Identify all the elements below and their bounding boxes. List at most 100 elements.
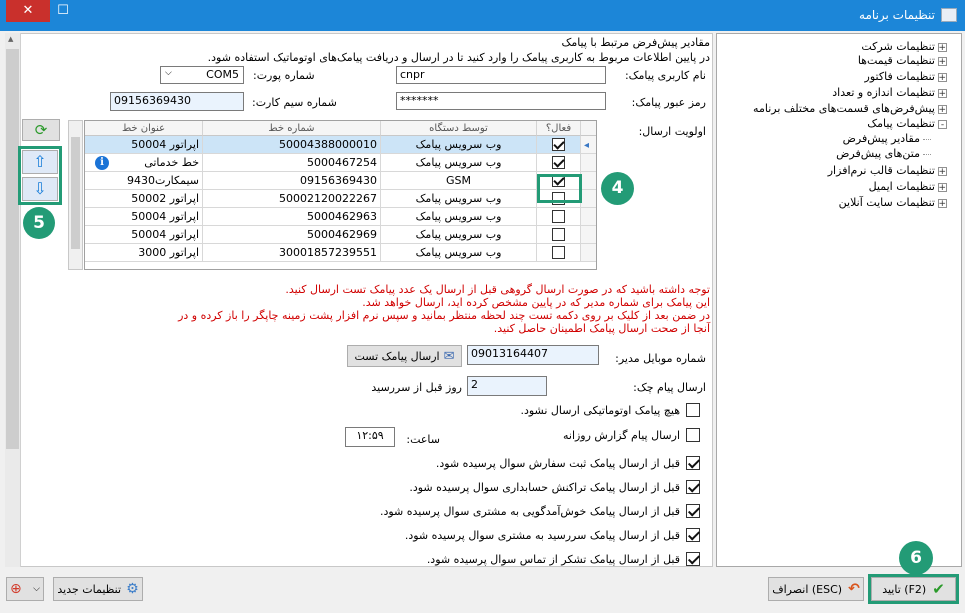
- option-checkbox[interactable]: [686, 403, 700, 417]
- grid-cell-ind[interactable]: [581, 244, 596, 262]
- tree-item[interactable]: + تنظیمات ایمیل: [869, 179, 947, 195]
- grid-cell-device[interactable]: GSM: [381, 172, 537, 190]
- grid-header-ind[interactable]: [581, 121, 596, 136]
- cancel-button[interactable]: ↶ انصراف (ESC): [768, 577, 864, 601]
- grid-cell-ind[interactable]: [581, 154, 596, 172]
- active-checkbox[interactable]: [552, 246, 565, 259]
- tree-item[interactable]: + پیش‌فرض‌های قسمت‌های مختلف برنامه: [753, 101, 947, 117]
- info-icon[interactable]: i: [95, 156, 109, 170]
- grid-cell-number[interactable]: 5000462969: [203, 226, 381, 244]
- tree-item[interactable]: + تنظیمات سایت آنلاین: [839, 195, 947, 211]
- option-row[interactable]: قبل از ارسال پیامک تشکر از تماس سوال پرس…: [427, 552, 700, 566]
- expand-icon[interactable]: +: [938, 182, 947, 192]
- manager-mobile-field[interactable]: 09013164407: [467, 345, 599, 365]
- username-field[interactable]: cnpr: [396, 66, 606, 84]
- grid-header-device[interactable]: توسط دستگاه: [381, 121, 537, 136]
- option-checkbox[interactable]: [686, 528, 700, 542]
- option-row[interactable]: قبل از ارسال پیامک سررسید به مشتری سوال …: [405, 528, 700, 542]
- grid-cell-title[interactable]: اپراتور 50004: [85, 136, 203, 154]
- ok-button[interactable]: ✔ تایید (F2): [871, 577, 956, 601]
- active-checkbox[interactable]: [552, 156, 565, 169]
- grid-cell-device[interactable]: وب سرویس پیامک: [381, 190, 537, 208]
- option-row[interactable]: ارسال پیام گزارش روزانه: [563, 428, 700, 442]
- tree-item[interactable]: متن‌های پیش‌فرض: [836, 146, 931, 162]
- line-title: اپراتور 50004: [131, 228, 199, 241]
- panel-scrollbar[interactable]: ▲: [5, 33, 21, 567]
- collapse-icon[interactable]: -: [938, 119, 947, 129]
- grid-cell-number[interactable]: 09156369430: [203, 172, 381, 190]
- expand-icon[interactable]: +: [938, 42, 947, 52]
- close-button[interactable]: ✕: [6, 0, 50, 22]
- grid-header-title[interactable]: عنوان خط: [85, 121, 203, 136]
- settings-tree[interactable]: + تنظیمات شرکت + تنظیمات قیمت‌ها + تنظیمات فا…: [716, 33, 962, 567]
- tree-item[interactable]: + تنظیمات قالب نرم‌افزار: [828, 163, 947, 179]
- grid-header-active[interactable]: فعال؟: [537, 121, 581, 136]
- send-test-sms-button[interactable]: ✉ ارسال پیامک تست: [347, 345, 462, 367]
- sim-field[interactable]: 09156369430: [110, 92, 244, 111]
- grid-header-number[interactable]: شماره خط: [203, 121, 381, 136]
- expand-icon[interactable]: +: [938, 56, 947, 66]
- tree-item[interactable]: + تنظیمات اندازه و تعداد: [832, 85, 947, 101]
- arrow-down-icon[interactable]: ⇩: [22, 177, 58, 201]
- active-checkbox[interactable]: [552, 228, 565, 241]
- new-settings-button[interactable]: ⚙ تنظیمات جدید: [53, 577, 143, 601]
- grid-cell-active[interactable]: [537, 244, 581, 262]
- grid-cell-active[interactable]: [537, 136, 581, 154]
- expand-icon[interactable]: +: [938, 72, 947, 82]
- grid-cell-ind[interactable]: [581, 172, 596, 190]
- grid-cell-active[interactable]: [537, 208, 581, 226]
- expand-icon[interactable]: +: [938, 104, 947, 114]
- grid-cell-number[interactable]: 5000467254: [203, 154, 381, 172]
- help-dropdown-button[interactable]: ⊕ ⌵: [6, 577, 44, 601]
- grid-cell-device[interactable]: وب سرویس پیامک: [381, 226, 537, 244]
- grid-cell-title[interactable]: اپراتور 3000: [85, 244, 203, 262]
- grid-cell-active[interactable]: [537, 226, 581, 244]
- option-checkbox[interactable]: [686, 428, 700, 442]
- grid-scrollbar[interactable]: [68, 120, 83, 270]
- tree-item[interactable]: - تنظیمات پیامک: [867, 116, 947, 132]
- grid-cell-ind[interactable]: [581, 190, 596, 208]
- grid-cell-title[interactable]: اپراتور 50002: [85, 190, 203, 208]
- arrow-up-icon[interactable]: ⇧: [22, 150, 58, 174]
- time-field[interactable]: ۱۲:۵۹: [345, 427, 395, 447]
- port-select[interactable]: COM5 ⌵: [160, 66, 244, 84]
- grid-cell-ind[interactable]: [581, 226, 596, 244]
- grid-cell-device[interactable]: وب سرویس پیامک: [381, 136, 537, 154]
- grid-cell-device[interactable]: وب سرویس پیامک: [381, 208, 537, 226]
- option-row[interactable]: قبل از ارسال پیامک تراکنش حسابداری سوال …: [409, 480, 700, 494]
- active-checkbox[interactable]: [552, 210, 565, 223]
- expand-icon[interactable]: +: [938, 166, 947, 176]
- option-row[interactable]: قبل از ارسال پیامک ثبت سفارش سوال پرسیده…: [436, 456, 700, 470]
- sms-lines-grid[interactable]: عنوان خط شماره خط توسط دستگاه فعال؟ اپراتور …: [84, 120, 597, 270]
- tree-item[interactable]: + تنظیمات قیمت‌ها: [858, 53, 947, 69]
- grid-cell-number[interactable]: 5000462963: [203, 208, 381, 226]
- grid-cell-title[interactable]: اپراتور 50004: [85, 226, 203, 244]
- grid-cell-ind[interactable]: [581, 208, 596, 226]
- grid-cell-title[interactable]: سیمکارت9430: [85, 172, 203, 190]
- grid-cell-number[interactable]: 50004388000010: [203, 136, 381, 154]
- active-checkbox[interactable]: [552, 138, 565, 151]
- check-days-field[interactable]: 2: [467, 376, 547, 396]
- option-checkbox[interactable]: [686, 480, 700, 494]
- option-label: ارسال پیام گزارش روزانه: [562, 428, 680, 442]
- option-checkbox[interactable]: [686, 456, 700, 470]
- grid-cell-title[interactable]: اپراتور 50004: [85, 208, 203, 226]
- grid-cell-title[interactable]: خط خدماتی i: [85, 154, 203, 172]
- option-row[interactable]: قبل از ارسال پیامک خوش‌آمدگویی به مشتری …: [380, 504, 700, 518]
- grid-cell-number[interactable]: 50002120022267: [203, 190, 381, 208]
- password-field[interactable]: *******: [396, 92, 606, 110]
- refresh-icon[interactable]: ⟳: [22, 119, 60, 141]
- tree-item[interactable]: مقادیر پیش‌فرض: [843, 131, 931, 147]
- option-row[interactable]: هیچ پیامک اوتوماتیکی ارسال نشود.: [520, 403, 700, 417]
- tree-item[interactable]: + تنظیمات فاکتور: [865, 69, 947, 85]
- grid-cell-device[interactable]: وب سرویس پیامک: [381, 244, 537, 262]
- grid-cell-number[interactable]: 30001857239551: [203, 244, 381, 262]
- expand-icon[interactable]: +: [938, 198, 947, 208]
- grid-cell-active[interactable]: [537, 154, 581, 172]
- option-checkbox[interactable]: [686, 552, 700, 566]
- expand-icon[interactable]: +: [938, 88, 947, 98]
- option-checkbox[interactable]: [686, 504, 700, 518]
- grid-cell-device[interactable]: وب سرویس پیامک: [381, 154, 537, 172]
- grid-cell-ind[interactable]: ◂: [581, 136, 596, 154]
- maximize-button[interactable]: ☐: [50, 0, 76, 22]
